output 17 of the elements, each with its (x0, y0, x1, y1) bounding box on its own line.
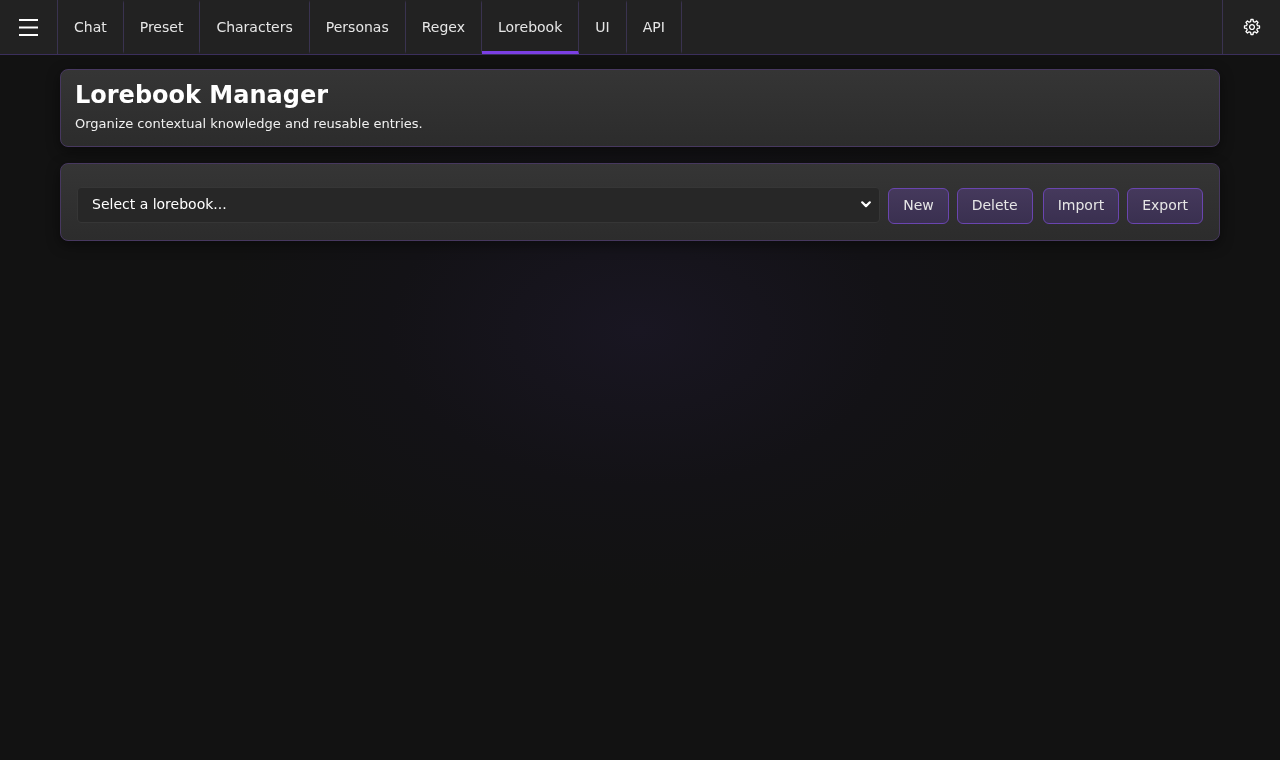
nav-tab[interactable]: Chat (58, 0, 124, 54)
page-title: Lorebook Manager (75, 80, 330, 110)
nav-tab[interactable]: API (626, 0, 682, 54)
nav-tab[interactable]: Personas (309, 0, 406, 54)
nav-tab[interactable]: Lorebook (482, 0, 580, 54)
toolbar-button[interactable]: Import (1042, 187, 1120, 224)
page-subtitle: Organize contextual knowledge and reusable entries. (75, 115, 424, 133)
toolbar-button[interactable]: Export (1127, 187, 1203, 224)
nav-tab[interactable]: Preset (123, 0, 201, 54)
nav-tab[interactable]: Regex (405, 0, 482, 54)
nav-tab[interactable]: UI (579, 0, 627, 54)
toolbar-button[interactable]: Delete (956, 187, 1033, 224)
toolbar-button[interactable]: New (888, 187, 949, 224)
settings-icon[interactable] (1242, 18, 1261, 36)
nav-tab[interactable]: Characters (200, 0, 310, 54)
lorebook-select[interactable]: Select a lorebook... (77, 186, 881, 223)
menu-icon[interactable] (19, 18, 38, 36)
